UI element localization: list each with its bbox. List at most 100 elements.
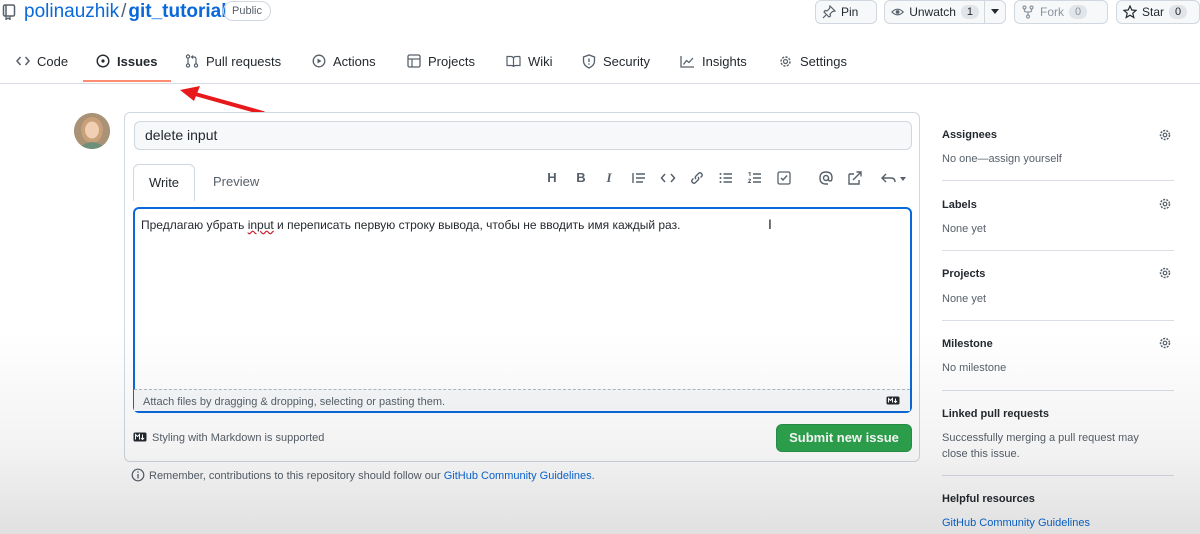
repo-header: polinauzhik / git_tutorial Public Pin Unwa… bbox=[0, 0, 1200, 28]
issue-body-text-end: и переписать первую строку вывода, чтобы… bbox=[273, 218, 681, 232]
tab-code[interactable]: Code bbox=[16, 40, 68, 82]
attach-files-hint: Attach files by dragging & dropping, sel… bbox=[143, 396, 446, 408]
mention-icon[interactable] bbox=[818, 170, 834, 186]
italic-icon[interactable]: I bbox=[601, 170, 617, 186]
submit-new-issue-button[interactable]: Submit new issue bbox=[776, 424, 912, 452]
linked-pull-requests-heading: Linked pull requests bbox=[942, 408, 1049, 420]
community-guidelines-link[interactable]: GitHub Community Guidelines bbox=[942, 517, 1090, 529]
link-icon[interactable] bbox=[689, 170, 705, 186]
tab-preview[interactable]: Preview bbox=[213, 164, 259, 201]
fork-count: 0 bbox=[1069, 5, 1088, 19]
star-icon bbox=[1123, 5, 1137, 19]
unordered-list-icon[interactable] bbox=[718, 170, 734, 186]
tab-actions[interactable]: Actions bbox=[312, 40, 376, 82]
git-pull-request-icon bbox=[185, 54, 199, 68]
issue-body-misspelled-word: input bbox=[247, 218, 274, 232]
fork-label: Fork bbox=[1040, 5, 1064, 19]
tab-insights[interactable]: Insights bbox=[680, 40, 747, 82]
play-icon bbox=[312, 54, 326, 68]
pin-button[interactable]: Pin bbox=[815, 0, 877, 24]
sidebar-divider bbox=[942, 390, 1174, 391]
projects-heading[interactable]: Projects bbox=[942, 268, 985, 280]
graph-icon bbox=[680, 55, 694, 68]
heading-icon[interactable]: H bbox=[544, 170, 560, 186]
remember-end: . bbox=[591, 470, 595, 482]
sidebar-divider bbox=[942, 475, 1174, 476]
assignees-heading[interactable]: Assignees bbox=[942, 129, 997, 141]
tab-issues-label: Issues bbox=[117, 53, 158, 69]
bold-icon[interactable]: B bbox=[573, 170, 589, 186]
remember-text: Remember, contributions to this reposito… bbox=[149, 470, 444, 482]
gear-icon[interactable] bbox=[1158, 197, 1172, 211]
unwatch-dropdown[interactable] bbox=[984, 1, 999, 23]
triangle-down-icon bbox=[991, 9, 999, 14]
task-list-icon[interactable] bbox=[776, 170, 792, 186]
tab-insights-label: Insights bbox=[702, 53, 747, 69]
star-label: Star bbox=[1142, 5, 1165, 19]
tab-pull-requests-label: Pull requests bbox=[206, 53, 282, 69]
tab-pull-requests[interactable]: Pull requests bbox=[185, 40, 281, 82]
fork-icon bbox=[1022, 5, 1034, 19]
helpful-resources-heading: Helpful resources bbox=[942, 493, 1035, 505]
labels-heading[interactable]: Labels bbox=[942, 199, 977, 211]
linked-pull-requests-text-line2: close this issue. bbox=[942, 448, 1020, 460]
sidebar-divider bbox=[942, 250, 1174, 251]
repo-name-link[interactable]: git_tutorial bbox=[128, 1, 226, 22]
gear-icon[interactable] bbox=[1158, 336, 1172, 350]
avatar-photo-icon bbox=[74, 113, 110, 149]
repo-nav-tabs: Code Issues Pull requests Actions Projec… bbox=[0, 40, 1200, 84]
table-icon bbox=[407, 54, 421, 68]
markdown-supported-note[interactable]: Styling with Markdown is supported bbox=[152, 432, 324, 444]
tab-write[interactable]: Write bbox=[133, 164, 195, 201]
issue-body-textarea[interactable] bbox=[133, 207, 912, 413]
contribution-guidelines-note: Remember, contributions to this reposito… bbox=[149, 470, 595, 482]
ordered-list-icon[interactable] bbox=[747, 170, 763, 186]
pin-label: Pin bbox=[841, 5, 859, 19]
star-button[interactable]: Star 0 bbox=[1116, 0, 1200, 24]
markdown-icon bbox=[886, 396, 900, 405]
gear-icon bbox=[780, 55, 791, 67]
code-icon bbox=[16, 56, 30, 66]
text-cursor-icon: I bbox=[768, 216, 772, 232]
gear-icon[interactable] bbox=[1158, 128, 1172, 142]
issue-body-text: Предлагаю убрать input и переписать перв… bbox=[141, 218, 680, 232]
code-icon[interactable] bbox=[660, 170, 676, 186]
tab-wiki-label: Wiki bbox=[528, 53, 553, 69]
tab-settings[interactable]: Settings bbox=[778, 40, 847, 82]
sidebar-divider bbox=[942, 320, 1174, 321]
milestone-value: No milestone bbox=[942, 362, 1007, 374]
user-avatar[interactable] bbox=[74, 113, 110, 149]
quote-icon[interactable] bbox=[631, 170, 647, 186]
tab-wiki[interactable]: Wiki bbox=[506, 40, 553, 82]
labels-value: None yet bbox=[942, 223, 987, 235]
info-icon bbox=[131, 468, 145, 482]
visibility-badge: Public bbox=[223, 1, 271, 21]
markdown-icon bbox=[133, 432, 147, 442]
reply-dropdown-icon[interactable] bbox=[880, 170, 908, 186]
tab-projects[interactable]: Projects bbox=[407, 40, 475, 82]
shield-icon bbox=[582, 53, 596, 69]
projects-value: None yet bbox=[942, 293, 987, 305]
tab-security[interactable]: Security bbox=[582, 40, 650, 82]
assignees-value[interactable]: No one—assign yourself bbox=[942, 151, 1062, 167]
milestone-heading[interactable]: Milestone bbox=[942, 338, 993, 350]
tab-issues[interactable]: Issues bbox=[96, 40, 157, 82]
repo-separator: / bbox=[121, 1, 127, 22]
community-guidelines-link[interactable]: GitHub Community Guidelines bbox=[444, 470, 592, 482]
repo-owner-link[interactable]: polinauzhik bbox=[24, 1, 119, 22]
fork-button[interactable]: Fork 0 bbox=[1014, 0, 1108, 24]
active-tab-underline bbox=[83, 80, 171, 82]
star-count: 0 bbox=[1169, 5, 1188, 19]
unwatch-button[interactable]: Unwatch 1 bbox=[884, 0, 1006, 24]
issue-opened-icon bbox=[96, 54, 110, 68]
reference-icon[interactable] bbox=[847, 170, 863, 186]
repo-title: polinauzhik / git_tutorial bbox=[24, 1, 227, 23]
pin-icon bbox=[822, 5, 836, 19]
issue-title-input[interactable]: delete input bbox=[134, 121, 912, 150]
tab-security-label: Security bbox=[603, 53, 650, 69]
watch-count: 1 bbox=[960, 5, 979, 19]
tab-projects-label: Projects bbox=[428, 53, 475, 69]
tab-settings-label: Settings bbox=[800, 53, 847, 69]
gear-icon[interactable] bbox=[1158, 266, 1172, 280]
tab-code-label: Code bbox=[37, 53, 69, 69]
